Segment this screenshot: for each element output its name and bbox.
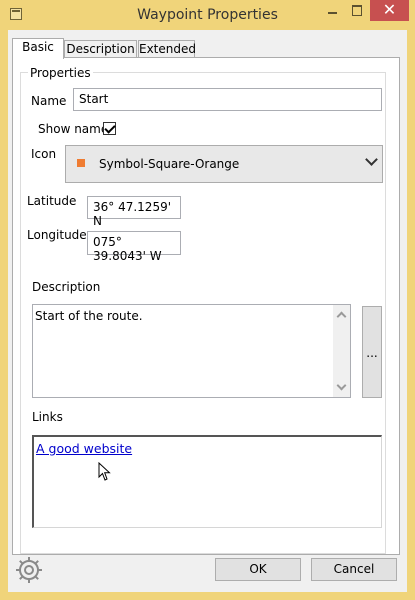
icon-select[interactable]: Symbol-Square-Orange: [65, 145, 383, 183]
description-scrollbar[interactable]: [333, 305, 350, 397]
tab-description[interactable]: Description: [64, 40, 137, 58]
show-name-checkbox[interactable]: [103, 122, 116, 135]
description-textarea[interactable]: Start of the route.: [32, 304, 351, 398]
icon-select-value: Symbol-Square-Orange: [99, 157, 240, 171]
link-item[interactable]: A good website: [36, 441, 132, 456]
ok-button[interactable]: OK: [215, 558, 301, 581]
basic-tab-panel: Properties Name Start Show name Icon Sym…: [12, 57, 400, 555]
title-bar[interactable]: Waypoint Properties ✕: [0, 0, 415, 30]
close-icon: ✕: [382, 0, 397, 19]
orange-square-icon: [77, 159, 85, 167]
mouse-pointer-icon: [98, 462, 111, 481]
tab-basic[interactable]: Basic: [12, 38, 64, 59]
cancel-button[interactable]: Cancel: [311, 558, 397, 581]
longitude-input[interactable]: 075° 39.8043' W: [87, 231, 181, 263]
links-label: Links: [32, 410, 63, 424]
scroll-up-icon[interactable]: [336, 311, 347, 322]
latitude-input[interactable]: 36° 47.1259' N: [87, 196, 181, 228]
chevron-down-icon: [365, 153, 378, 166]
properties-group-title: Properties: [28, 66, 93, 80]
gear-icon[interactable]: [15, 556, 43, 584]
name-input[interactable]: Start: [73, 88, 382, 111]
close-button[interactable]: ✕: [370, 0, 409, 21]
tab-extended[interactable]: Extended: [138, 40, 196, 58]
longitude-label: Longitude: [27, 228, 87, 242]
description-label: Description: [32, 280, 101, 294]
maximize-button[interactable]: [345, 0, 370, 21]
minimize-button[interactable]: [320, 0, 345, 21]
description-text: Start of the route.: [35, 309, 143, 323]
scroll-down-icon[interactable]: [336, 380, 347, 391]
icon-label: Icon: [31, 147, 57, 161]
links-list[interactable]: A good website: [32, 435, 382, 528]
latitude-label: Latitude: [27, 194, 77, 208]
description-edit-button[interactable]: ...: [362, 306, 382, 398]
dialog-client-area: Basic Description Extended Properties Na…: [8, 30, 407, 592]
name-label: Name: [31, 94, 67, 108]
waypoint-properties-window: Waypoint Properties ✕ Basic Description …: [0, 0, 415, 600]
show-name-label: Show name: [38, 122, 109, 136]
